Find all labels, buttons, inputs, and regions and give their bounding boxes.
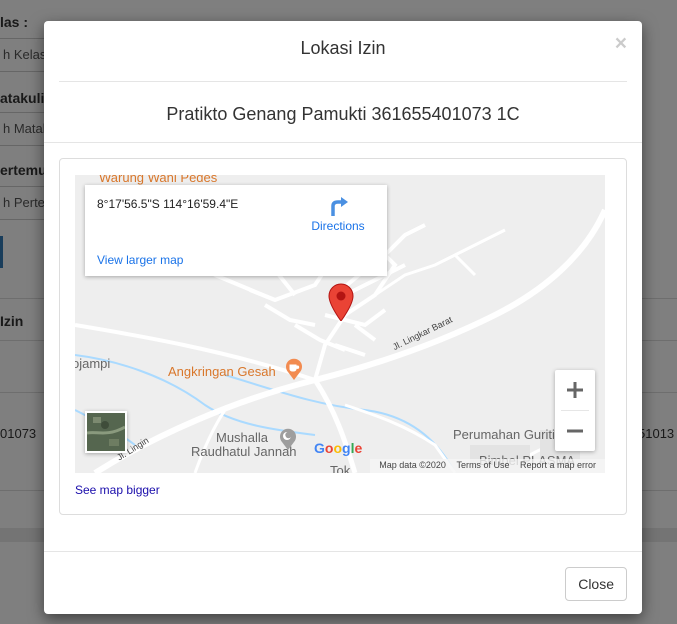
student-name: Pratikto Genang Pamukti 361655401073 1C [166, 104, 520, 124]
embedded-map[interactable]: Warung Wani Pedes ojampi Angkringan Gesa… [75, 175, 605, 473]
place-label-angkringan: Angkringan Gesah [168, 364, 276, 379]
place-label-tok: Tok [330, 463, 351, 473]
place-label-perumahan: Perumahan Guriti [453, 427, 555, 442]
map-marker-icon[interactable] [328, 283, 354, 321]
coffee-icon [286, 358, 302, 380]
zoom-in-button[interactable] [555, 370, 595, 410]
modal-header: Lokasi Izin × [59, 21, 627, 82]
place-label-warung: Warung Wani Pedes [99, 175, 218, 185]
directions-button[interactable]: Directions [308, 195, 368, 233]
close-icon[interactable]: × [615, 33, 627, 54]
map-data-credit: Map data ©2020 [379, 460, 446, 470]
terms-of-use-link[interactable]: Terms of Use [456, 460, 509, 470]
map-attribution: Map data ©2020 Terms of Use Report a map… [370, 459, 605, 473]
zoom-out-icon [567, 429, 583, 433]
info-window: 8°17'56.5"S 114°16'59.4"E Directions Vie… [85, 185, 387, 276]
directions-icon [331, 197, 348, 216]
directions-label: Directions [311, 219, 365, 233]
coordinates-text: 8°17'56.5"S 114°16'59.4"E [97, 197, 239, 211]
place-label-mushalla: Mushalla [216, 430, 269, 445]
report-map-error-link[interactable]: Report a map error [520, 460, 596, 470]
zoom-control [555, 370, 595, 451]
location-modal: Lokasi Izin × Pratikto Genang Pamukti 36… [44, 21, 642, 614]
close-button[interactable]: Close [565, 567, 627, 601]
google-logo: Google [314, 440, 363, 456]
map-panel: Warung Wani Pedes ojampi Angkringan Gesa… [59, 158, 627, 515]
modal-footer: Close [44, 551, 642, 614]
modal-divider [44, 142, 642, 143]
zoom-out-button[interactable] [555, 411, 595, 451]
satellite-thumbnail-icon [87, 413, 125, 451]
satellite-toggle[interactable] [85, 411, 127, 453]
zoom-in-icon [567, 382, 583, 398]
place-label-rojampi: ojampi [75, 356, 111, 371]
view-larger-map-link[interactable]: View larger map [97, 253, 183, 267]
see-map-bigger-link[interactable]: See map bigger [75, 483, 160, 497]
mosque-icon [280, 428, 296, 450]
modal-title: Lokasi Izin [300, 38, 386, 58]
